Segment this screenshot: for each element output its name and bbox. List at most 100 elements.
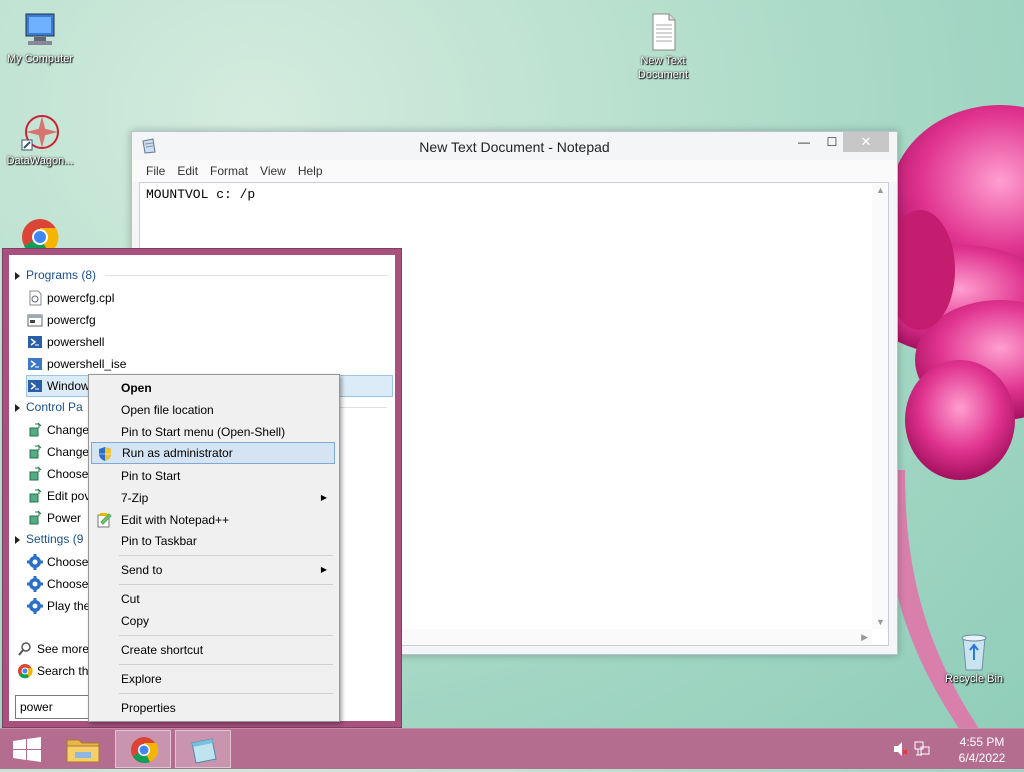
- desktop-icon-datawagon[interactable]: DataWagon...: [0, 112, 80, 168]
- gear-icon: [27, 597, 43, 614]
- notepad-title-bar[interactable]: New Text Document - Notepad — ☐ ✕: [132, 132, 897, 160]
- menu-help[interactable]: Help: [292, 160, 329, 182]
- programs-header[interactable]: Programs (8): [15, 265, 96, 285]
- menu-separator: [119, 664, 333, 665]
- start-button[interactable]: [0, 730, 56, 768]
- clock-time: 4:55 PM: [959, 735, 1005, 749]
- submenu-arrow-icon: ▶: [320, 493, 327, 502]
- close-button[interactable]: ✕: [843, 132, 889, 152]
- menu-file[interactable]: File: [140, 160, 171, 182]
- menu-separator: [119, 584, 333, 585]
- taskbar: 4:55 PM 6/4/2022: [0, 728, 1024, 769]
- folder-icon: [66, 739, 100, 763]
- powershell-icon: [27, 334, 43, 350]
- menu-separator: [119, 693, 333, 694]
- menu-pin-to-taskbar[interactable]: Pin to Taskbar: [91, 530, 335, 552]
- control-panel-header[interactable]: Control Pa: [15, 397, 83, 417]
- menu-properties[interactable]: Properties: [91, 697, 335, 719]
- computer-icon: [20, 10, 60, 50]
- divider: [105, 275, 387, 276]
- menu-edit[interactable]: Edit: [171, 160, 204, 182]
- menu-copy[interactable]: Copy: [91, 610, 335, 632]
- power-options-icon: [27, 488, 43, 504]
- menu-pin-to-start-menu[interactable]: Pin to Start menu (Open-Shell): [91, 421, 335, 443]
- power-options-icon: [27, 444, 43, 460]
- result-setting-2[interactable]: Choose: [27, 573, 88, 595]
- desktop-icon-label: My Computer: [6, 53, 74, 65]
- see-more-results[interactable]: See more r: [17, 638, 96, 660]
- desktop-icon-new-text-document[interactable]: New Text Document: [623, 12, 703, 82]
- menu-send-to[interactable]: Send to ▶: [91, 559, 335, 581]
- notepad-menu-bar: File Edit Format View Help: [132, 160, 897, 182]
- text-document-icon: [643, 12, 683, 52]
- desktop-icon-recycle-bin[interactable]: Recycle Bin: [934, 630, 1014, 686]
- desktop-icon-label: New Text Document: [637, 55, 689, 81]
- result-powercfg-cpl[interactable]: powercfg.cpl: [27, 287, 114, 309]
- result-control-panel-1[interactable]: Change: [27, 419, 89, 441]
- notepad-content: MOUNTVOL c: /p: [146, 187, 256, 202]
- minimize-button[interactable]: —: [789, 132, 819, 152]
- menu-create-shortcut[interactable]: Create shortcut: [91, 639, 335, 661]
- powershell-ise-icon: [27, 356, 43, 372]
- vertical-scrollbar[interactable]: ▲ ▼: [872, 183, 888, 629]
- recycle-bin-icon: [954, 630, 994, 671]
- power-options-icon: [27, 466, 43, 482]
- notepad-icon: [191, 738, 217, 764]
- context-menu: Open Open file location Pin to Start men…: [88, 374, 340, 722]
- notepad-title: New Text Document - Notepad: [419, 139, 610, 155]
- chrome-icon: [17, 663, 33, 679]
- result-control-panel-3[interactable]: Choose: [27, 463, 88, 485]
- volume-muted-icon[interactable]: [892, 741, 908, 760]
- gear-icon: [27, 575, 43, 592]
- power-options-icon: [27, 422, 43, 438]
- search-the-web[interactable]: Search the: [17, 660, 95, 682]
- system-clock[interactable]: 4:55 PM 6/4/2022: [952, 734, 1012, 766]
- menu-cut[interactable]: Cut: [91, 588, 335, 610]
- taskbar-file-explorer[interactable]: [55, 730, 111, 768]
- menu-separator: [119, 555, 333, 556]
- menu-open-file-location[interactable]: Open file location: [91, 399, 335, 421]
- result-setting-1[interactable]: Choose: [27, 551, 88, 573]
- menu-pin-to-start[interactable]: Pin to Start: [91, 465, 335, 487]
- menu-7zip[interactable]: 7-Zip ▶: [91, 487, 335, 509]
- menu-view[interactable]: View: [254, 160, 292, 182]
- power-options-icon: [27, 510, 43, 526]
- network-icon[interactable]: [914, 741, 930, 760]
- result-setting-3[interactable]: Play the: [27, 595, 90, 617]
- taskbar-notepad[interactable]: [175, 730, 231, 768]
- menu-open[interactable]: Open: [91, 377, 335, 399]
- menu-format[interactable]: Format: [204, 160, 254, 182]
- expand-arrow-icon: [15, 535, 20, 544]
- windows-logo-icon: [13, 737, 41, 762]
- scroll-right-icon[interactable]: ▶: [861, 632, 868, 643]
- result-powershell-ise[interactable]: powershell_ise: [27, 353, 126, 375]
- menu-run-as-administrator[interactable]: Run as administrator: [91, 442, 335, 464]
- menu-edit-with-notepadpp[interactable]: Edit with Notepad++: [91, 509, 335, 531]
- taskbar-chrome[interactable]: [115, 730, 171, 768]
- chrome-icon: [131, 737, 159, 764]
- result-control-panel-4[interactable]: Edit pov: [27, 485, 90, 507]
- submenu-arrow-icon: ▶: [320, 565, 327, 574]
- clock-date: 6/4/2022: [958, 751, 1006, 765]
- expand-arrow-icon: [15, 271, 20, 280]
- gear-icon: [27, 553, 43, 570]
- scroll-down-icon[interactable]: ▼: [876, 617, 885, 627]
- notepadpp-icon: [96, 512, 112, 528]
- result-control-panel-5[interactable]: Power: [27, 507, 81, 529]
- powershell-icon: [27, 378, 43, 394]
- search-icon: [17, 641, 33, 657]
- settings-header[interactable]: Settings (9: [15, 529, 83, 549]
- start-search-input[interactable]: [20, 698, 84, 716]
- start-search-box[interactable]: [15, 695, 91, 719]
- desktop-icon-my-computer[interactable]: My Computer: [0, 10, 80, 66]
- expand-arrow-icon: [15, 403, 20, 412]
- datawagon-icon: [20, 112, 60, 152]
- desktop-icon-label: DataWagon...: [6, 155, 74, 167]
- uac-shield-icon: [97, 446, 113, 462]
- console-app-icon: [27, 312, 43, 328]
- scroll-up-icon[interactable]: ▲: [876, 185, 885, 195]
- menu-explore[interactable]: Explore: [91, 668, 335, 690]
- result-powershell[interactable]: powershell: [27, 331, 104, 353]
- result-control-panel-2[interactable]: Change: [27, 441, 89, 463]
- result-powercfg[interactable]: powercfg: [27, 309, 96, 331]
